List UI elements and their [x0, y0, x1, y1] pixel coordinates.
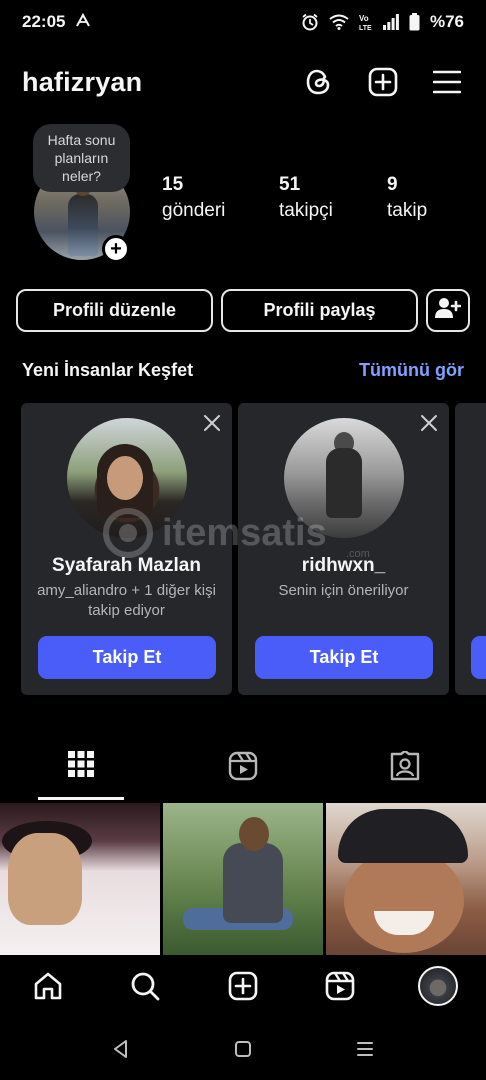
stat-posts[interactable]: 15 gönderi [162, 172, 279, 224]
tab-tagged[interactable] [362, 745, 448, 801]
share-profile-button[interactable]: Profili paylaş [221, 289, 418, 332]
home-icon[interactable] [31, 969, 65, 1003]
suggestion-subtitle: amy_aliandro + 1 diğer kişi takip ediyor [37, 582, 216, 619]
posts-grid [0, 803, 486, 955]
profile-actions: Profili düzenle Profili paylaş [16, 289, 470, 332]
post-thumbnail[interactable] [326, 803, 486, 955]
create-icon[interactable] [226, 969, 260, 1003]
create-post-icon[interactable] [366, 65, 400, 99]
discover-people-button[interactable] [426, 289, 470, 332]
tab-reels[interactable] [200, 745, 286, 801]
edit-profile-button[interactable]: Profili düzenle [16, 289, 213, 332]
home-square-icon[interactable] [231, 1037, 255, 1061]
profile-header: hafizryan [0, 56, 486, 108]
recent-apps-icon[interactable] [353, 1037, 377, 1061]
wifi-icon [329, 14, 349, 30]
status-bar: 22:05 Vo LTE %76 [0, 0, 486, 44]
menu-icon[interactable] [430, 65, 464, 99]
dismiss-icon[interactable] [202, 413, 222, 433]
follow-button[interactable]: Takip Et [38, 636, 216, 679]
tab-posts-grid[interactable] [38, 745, 124, 801]
suggestion-avatar[interactable] [284, 418, 404, 538]
search-icon[interactable] [128, 969, 162, 1003]
profile-content-tabs [0, 745, 486, 801]
app-notification-icon [75, 12, 91, 32]
add-user-icon [435, 297, 462, 324]
bottom-navigation [0, 955, 486, 1017]
stat-posts-value: 15 [162, 174, 184, 195]
suggestion-card-partial[interactable] [455, 403, 486, 695]
stat-followers-value: 51 [279, 174, 301, 195]
stat-following[interactable]: 9 takip [387, 172, 427, 224]
back-icon[interactable] [109, 1037, 133, 1061]
svg-text:LTE: LTE [359, 25, 372, 31]
battery-percent: %76 [429, 12, 464, 31]
username-title[interactable]: hafizryan [22, 67, 142, 98]
signal-icon [382, 14, 399, 30]
reels-icon [228, 751, 258, 786]
add-story-icon[interactable]: + [102, 235, 130, 263]
alarm-icon [301, 13, 319, 31]
dismiss-icon[interactable] [419, 413, 439, 433]
grid-icon [68, 751, 94, 782]
threads-icon[interactable] [302, 65, 336, 99]
battery-icon [409, 13, 420, 31]
suggestion-name[interactable]: Syafarah Mazlan [21, 555, 232, 577]
stat-following-label: takip [387, 200, 428, 221]
note-bubble[interactable]: Hafta sonu planların neler? [33, 124, 130, 192]
svg-text:Vo: Vo [359, 14, 369, 23]
suggestion-card[interactable]: Syafarah Mazlan amy_aliandro + 1 diğer k… [21, 403, 232, 695]
system-navigation-bar [0, 1017, 486, 1080]
volte-icon: Vo LTE [359, 13, 373, 31]
stat-followers-label: takipçi [279, 200, 333, 221]
follow-button-partial[interactable] [471, 636, 486, 679]
discover-people-header: Yeni İnsanlar Keşfet Tümünü gör [22, 360, 464, 381]
follow-button[interactable]: Takip Et [255, 636, 433, 679]
post-thumbnail[interactable] [0, 803, 160, 955]
discover-title: Yeni İnsanlar Keşfet [22, 360, 194, 380]
reels-nav-icon[interactable] [323, 969, 357, 1003]
stat-followers[interactable]: 51 takipçi [279, 172, 387, 224]
tagged-icon [390, 749, 420, 786]
suggestion-subtitle: Senin için öneriliyor [278, 582, 409, 599]
post-thumbnail[interactable] [163, 803, 323, 955]
suggestion-card[interactable]: ridhwxn_ Senin için öneriliyor Takip Et [238, 403, 449, 695]
stat-following-value: 9 [387, 174, 398, 195]
status-time: 22:05 [22, 12, 66, 31]
suggestion-carousel[interactable]: Syafarah Mazlan amy_aliandro + 1 diğer k… [21, 403, 486, 695]
see-all-link[interactable]: Tümünü gör [359, 360, 464, 381]
profile-avatar-nav[interactable] [418, 966, 458, 1006]
active-tab-indicator [38, 797, 124, 800]
stat-posts-label: gönderi [162, 200, 226, 221]
profile-stats: 15 gönderi 51 takipçi 9 takip [162, 172, 472, 224]
suggestion-name[interactable]: ridhwxn_ [238, 555, 449, 577]
suggestion-avatar[interactable] [67, 418, 187, 538]
profile-summary: Hafta sonu planların neler? + 15 gönderi… [0, 124, 486, 264]
